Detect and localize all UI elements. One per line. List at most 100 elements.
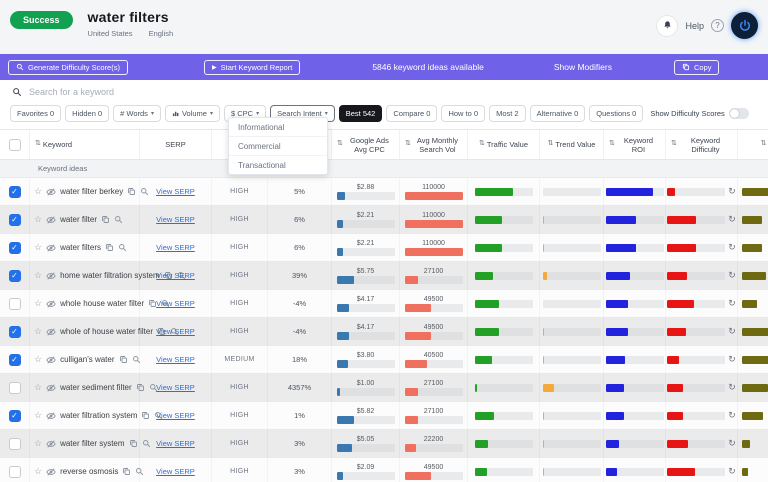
start-keyword-report-button[interactable]: ▶ Start Keyword Report — [204, 60, 300, 75]
search-keyword-icon[interactable] — [118, 243, 127, 252]
favorite-star-icon[interactable]: ☆ — [34, 214, 42, 225]
hide-keyword-icon[interactable] — [46, 327, 56, 337]
refresh-difficulty-icon[interactable]: ↻ — [728, 298, 736, 309]
favorite-star-icon[interactable]: ☆ — [34, 438, 42, 449]
refresh-difficulty-icon[interactable]: ↻ — [728, 466, 736, 477]
row-checkbox[interactable] — [9, 438, 21, 450]
copy-keyword-icon[interactable] — [127, 187, 136, 196]
column-header-5[interactable]: ⇅Google Ads Avg CPC — [332, 130, 400, 159]
select-all-checkbox[interactable] — [9, 139, 21, 151]
view-serp-link[interactable]: View SERP — [156, 271, 195, 280]
filter-best[interactable]: Best 542 — [339, 105, 383, 122]
row-checkbox[interactable] — [9, 466, 21, 478]
sort-icon[interactable]: ⇅ — [671, 140, 677, 148]
refresh-difficulty-icon[interactable]: ↻ — [728, 214, 736, 225]
view-serp-link[interactable]: View SERP — [156, 187, 195, 196]
hide-keyword-icon[interactable] — [46, 187, 56, 197]
column-header-7[interactable]: ⇅Traffic Value — [468, 130, 540, 159]
dropdown-option-informational[interactable]: Informational — [229, 118, 327, 137]
favorite-star-icon[interactable]: ☆ — [34, 298, 42, 309]
column-header-6[interactable]: ⇅Avg Monthly Search Vol — [400, 130, 468, 159]
column-header-9[interactable]: ⇅Keyword ROI — [604, 130, 666, 159]
sort-icon[interactable]: ⇅ — [35, 140, 41, 148]
sort-icon[interactable]: ⇅ — [337, 140, 343, 148]
row-checkbox[interactable]: ✓ — [9, 242, 21, 254]
filter-compare[interactable]: Compare 0 — [386, 105, 437, 122]
show-difficulty-scores-toggle[interactable] — [729, 108, 749, 119]
hide-keyword-icon[interactable] — [46, 467, 56, 477]
view-serp-link[interactable]: View SERP — [156, 467, 195, 476]
view-serp-link[interactable]: View SERP — [156, 215, 195, 224]
dropdown-option-transactional[interactable]: Transactional — [229, 156, 327, 174]
hide-keyword-icon[interactable] — [46, 243, 56, 253]
search-input[interactable] — [29, 87, 449, 97]
sort-icon[interactable]: ⇅ — [548, 140, 554, 148]
filter-most[interactable]: Most 2 — [489, 105, 526, 122]
view-serp-link[interactable]: View SERP — [156, 439, 195, 448]
filter-questions[interactable]: Questions 0 — [589, 105, 643, 122]
view-serp-link[interactable]: View SERP — [156, 411, 195, 420]
favorite-star-icon[interactable]: ☆ — [34, 466, 42, 477]
favorite-star-icon[interactable]: ☆ — [34, 242, 42, 253]
filter-favorites[interactable]: Favorites 0 — [10, 105, 61, 122]
row-checkbox[interactable]: ✓ — [9, 214, 21, 226]
filter-alternative[interactable]: Alternative 0 — [530, 105, 586, 122]
sort-icon[interactable]: ⇅ — [760, 140, 766, 148]
refresh-difficulty-icon[interactable]: ↻ — [728, 242, 736, 253]
filter-hidden[interactable]: Hidden 0 — [65, 105, 109, 122]
view-serp-link[interactable]: View SERP — [156, 243, 195, 252]
row-checkbox[interactable]: ✓ — [9, 410, 21, 422]
notifications-button[interactable] — [656, 15, 678, 37]
column-header-10[interactable]: ⇅Keyword Difficulty — [666, 130, 738, 159]
view-serp-link[interactable]: View SERP — [156, 299, 195, 308]
hide-keyword-icon[interactable] — [46, 299, 56, 309]
row-checkbox[interactable] — [9, 382, 21, 394]
copy-keyword-icon[interactable] — [122, 467, 131, 476]
copy-keyword-icon[interactable] — [105, 243, 114, 252]
copy-keyword-icon[interactable] — [129, 439, 138, 448]
hide-keyword-icon[interactable] — [46, 411, 56, 421]
generate-difficulty-button[interactable]: Generate Difficulty Score(s) — [8, 60, 128, 75]
copy-keyword-icon[interactable] — [119, 355, 128, 364]
hide-keyword-icon[interactable] — [46, 355, 56, 365]
favorite-star-icon[interactable]: ☆ — [34, 354, 42, 365]
dropdown-option-commercial[interactable]: Commercial — [229, 137, 327, 156]
hide-keyword-icon[interactable] — [46, 383, 56, 393]
view-serp-link[interactable]: View SERP — [156, 383, 195, 392]
hide-keyword-icon[interactable] — [46, 215, 56, 225]
copy-keyword-icon[interactable] — [101, 215, 110, 224]
refresh-difficulty-icon[interactable]: ↻ — [728, 186, 736, 197]
power-button[interactable] — [731, 12, 758, 39]
help-label[interactable]: Help — [685, 21, 704, 31]
sort-icon[interactable]: ⇅ — [479, 140, 485, 148]
filter-words[interactable]: # Words▾ — [113, 105, 161, 122]
refresh-difficulty-icon[interactable]: ↻ — [728, 382, 736, 393]
filter-volume[interactable]: Volume▾ — [165, 105, 220, 122]
hide-keyword-icon[interactable] — [46, 271, 56, 281]
favorite-star-icon[interactable]: ☆ — [34, 326, 42, 337]
row-checkbox[interactable]: ✓ — [9, 354, 21, 366]
search-keyword-icon[interactable] — [114, 215, 123, 224]
column-header-11[interactable]: ⇅Fi — [738, 130, 768, 159]
refresh-difficulty-icon[interactable]: ↻ — [728, 326, 736, 337]
refresh-difficulty-icon[interactable]: ↻ — [728, 270, 736, 281]
column-header-8[interactable]: ⇅Trend Value — [540, 130, 604, 159]
sort-icon[interactable]: ⇅ — [609, 140, 615, 148]
row-checkbox[interactable]: ✓ — [9, 326, 21, 338]
select-all-header[interactable] — [0, 130, 30, 159]
favorite-star-icon[interactable]: ☆ — [34, 186, 42, 197]
help-question-icon[interactable]: ? — [711, 19, 724, 32]
row-checkbox[interactable] — [9, 298, 21, 310]
hide-keyword-icon[interactable] — [46, 439, 56, 449]
favorite-star-icon[interactable]: ☆ — [34, 270, 42, 281]
view-serp-link[interactable]: View SERP — [156, 327, 195, 336]
refresh-difficulty-icon[interactable]: ↻ — [728, 410, 736, 421]
sort-icon[interactable]: ⇅ — [405, 140, 411, 148]
row-checkbox[interactable]: ✓ — [9, 186, 21, 198]
row-checkbox[interactable]: ✓ — [9, 270, 21, 282]
filter-how-to[interactable]: How to 0 — [441, 105, 485, 122]
favorite-star-icon[interactable]: ☆ — [34, 382, 42, 393]
favorite-star-icon[interactable]: ☆ — [34, 410, 42, 421]
show-modifiers-link[interactable]: Show Modifiers — [554, 62, 612, 72]
refresh-difficulty-icon[interactable]: ↻ — [728, 438, 736, 449]
